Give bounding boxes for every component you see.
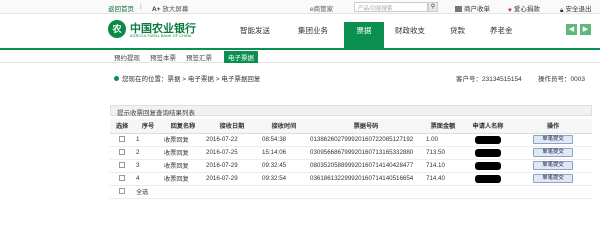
row-number: 013862602799920160722085127192	[308, 133, 424, 147]
zoom-link[interactable]: A+ 放大屏幕	[152, 3, 188, 13]
breadcrumb-text: 您现在的位置：票据 > 电子票据 > 电子票据回复	[122, 76, 261, 83]
row-amount: 1.00	[424, 133, 462, 147]
zoom-icon: A+	[152, 6, 161, 13]
col-select: 选择	[110, 119, 134, 134]
row-amount: 713.50	[424, 146, 462, 160]
row-number: 080352058899920160714140428477	[308, 159, 424, 173]
row-seq: 3	[134, 159, 162, 173]
merchant-link[interactable]: 商户收单	[455, 3, 490, 13]
bank-emblem-icon: 农	[108, 20, 126, 38]
charity-link[interactable]: ♥ 爱心捐款	[508, 3, 540, 14]
search-input[interactable]: 产品/功能搜索	[354, 2, 428, 12]
row-date: 2016-07-29	[204, 159, 260, 173]
row-date: 2016-07-29	[204, 172, 260, 186]
row-amount: 714.40	[424, 172, 462, 186]
row-time: 08:54:38	[260, 133, 308, 147]
select-all-label: 全选	[134, 185, 592, 199]
submit-button[interactable]: 单笔提交	[533, 161, 573, 170]
row-amount: 714.10	[424, 159, 462, 173]
chevron-left-icon[interactable]: ◀	[566, 24, 577, 35]
card-icon	[455, 6, 462, 12]
row-checkbox[interactable]	[119, 136, 125, 143]
breadcrumb: 您现在的位置：票据 > 电子票据 > 电子票据回复	[114, 73, 260, 83]
row-checkbox[interactable]	[119, 149, 125, 156]
results-panel: 提示收票回复查询结果列表 选择 序号 回复名称 接收日期 接收时间 票据号码 票…	[110, 105, 592, 199]
row-seq: 4	[134, 172, 162, 186]
redacted-applicant	[475, 161, 501, 170]
subnav-item-ebills[interactable]: 电子票据	[224, 51, 258, 63]
top-utility-bar: 返回首页 | A+ 放大屏幕 e商管家 产品/功能搜索 ⚲ 商户收单 ♥ 爱心捐款…	[0, 0, 600, 14]
emanager-link[interactable]: e商管家	[310, 3, 333, 13]
bank-name-en: AGRICULTURAL BANK OF CHINA	[130, 34, 192, 38]
row-name: 收票回复	[162, 159, 204, 173]
nav-item-group-business[interactable]: 集团业务	[298, 25, 328, 36]
col-time: 接收时间	[260, 119, 308, 134]
row-date: 2016-07-25	[204, 146, 260, 160]
chevron-right-icon[interactable]: ▶	[580, 24, 591, 35]
col-number: 票据号码	[308, 119, 424, 134]
col-name: 回复名称	[162, 119, 204, 134]
submit-button[interactable]: 单笔提交	[533, 135, 573, 144]
col-action: 操作	[514, 119, 592, 134]
nav-item-fiscal[interactable]: 财政收支	[395, 25, 425, 36]
logout-link[interactable]: 🔒︎ 安全退出	[560, 3, 591, 14]
row-number: 036186132299920160714140516654	[308, 172, 424, 186]
search-icon[interactable]: ⚲	[428, 2, 438, 12]
breadcrumb-row: 您现在的位置：票据 > 电子票据 > 电子票据回复 客户号：2313451515…	[0, 67, 600, 87]
row-name: 收票回复	[162, 146, 204, 160]
col-seq: 序号	[134, 119, 162, 134]
nav-item-loans[interactable]: 贷款	[450, 25, 465, 36]
row-seq: 2	[134, 146, 162, 160]
select-all-row: 全选	[110, 185, 592, 199]
select-all-checkbox[interactable]	[119, 188, 125, 195]
table-row: 1 收票回复 2016-07-22 08:54:38 0138626027999…	[110, 133, 592, 147]
submit-button[interactable]: 单笔提交	[533, 174, 573, 183]
table-row: 3 收票回复 2016-07-29 09:32:45 0803520588999…	[110, 159, 592, 173]
table-row: 2 收票回复 2016-07-25 15:14:06 0309566867999…	[110, 146, 592, 160]
sub-navigation: 预约提现 预签本票 预签汇票 电子票据	[0, 50, 600, 63]
customer-number: 客户号：23134515154	[456, 76, 522, 83]
home-link[interactable]: 返回首页	[108, 3, 134, 13]
row-name: 收票回复	[162, 133, 204, 147]
header: 农 中国农业银行 AGRICULTURAL BANK OF CHINA 智能发送…	[0, 14, 600, 50]
divider: |	[140, 3, 142, 10]
nav-item-bills[interactable]: 票据	[344, 22, 384, 48]
row-time: 09:32:45	[260, 159, 308, 173]
results-table: 选择 序号 回复名称 接收日期 接收时间 票据号码 票面金额 申请人名称 操作 …	[110, 119, 592, 199]
nav-item-pension[interactable]: 养老金	[490, 25, 513, 36]
redacted-applicant	[475, 148, 501, 157]
col-amount: 票面金额	[424, 119, 462, 134]
operator-number: 操作员号：0003	[538, 76, 585, 83]
subnav-item-promissory[interactable]: 预签本票	[150, 52, 176, 62]
row-checkbox[interactable]	[119, 162, 125, 169]
col-date: 接收日期	[204, 119, 260, 134]
row-seq: 1	[134, 133, 162, 147]
row-date: 2016-07-22	[204, 133, 260, 147]
lock-icon: 🔒︎	[560, 7, 564, 14]
nav-item-smart-send[interactable]: 智能发送	[240, 25, 270, 36]
row-time: 09:32:54	[260, 172, 308, 186]
heart-icon: ♥	[508, 7, 512, 14]
redacted-applicant	[475, 174, 501, 183]
row-name: 收票回复	[162, 172, 204, 186]
table-row: 4 收票回复 2016-07-29 09:32:54 0361861322999…	[110, 172, 592, 186]
submit-button[interactable]: 单笔提交	[533, 148, 573, 157]
table-header-row: 选择 序号 回复名称 接收日期 接收时间 票据号码 票面金额 申请人名称 操作	[110, 119, 592, 134]
row-time: 15:14:06	[260, 146, 308, 160]
location-icon	[114, 76, 119, 81]
subnav-item-draft[interactable]: 预签汇票	[186, 52, 212, 62]
redacted-applicant	[475, 135, 501, 144]
panel-title: 提示收票回复查询结果列表	[110, 105, 592, 117]
row-number: 030956686799920160713165332880	[308, 146, 424, 160]
row-checkbox[interactable]	[119, 175, 125, 182]
subnav-item-withdraw[interactable]: 预约提现	[114, 52, 140, 62]
col-applicant: 申请人名称	[462, 119, 514, 134]
zoom-label: 放大屏幕	[162, 6, 189, 13]
